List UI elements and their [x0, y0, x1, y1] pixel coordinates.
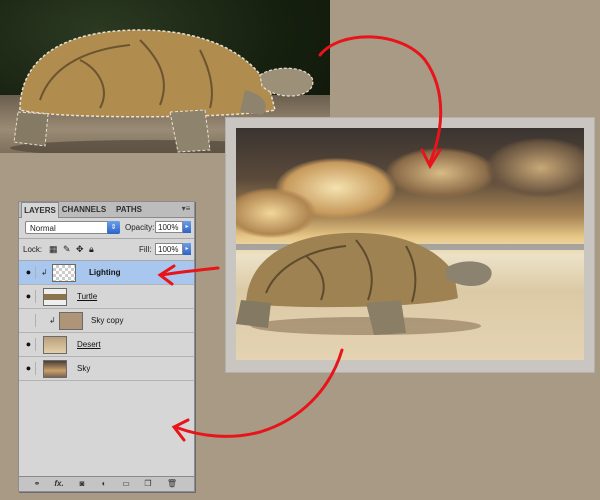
- layer-thumbnail: [52, 264, 76, 282]
- layer-row-desert[interactable]: ● Desert: [19, 333, 194, 357]
- layer-row-turtle[interactable]: ● Turtle: [19, 285, 194, 309]
- fx-icon[interactable]: fx.: [51, 479, 67, 489]
- divider: [19, 238, 194, 239]
- layer-thumbnail: [43, 288, 67, 306]
- eye-icon[interactable]: ●: [22, 314, 36, 327]
- eye-icon[interactable]: ●: [22, 290, 36, 303]
- layers-panel: LAYERS CHANNELS PATHS ▾≡ Normal ⇕ Opacit…: [18, 201, 195, 492]
- opacity-label: Opacity:: [125, 223, 155, 232]
- layer-thumbnail: [43, 360, 67, 378]
- lock-position-icon[interactable]: ✥: [76, 244, 84, 255]
- blend-mode-value: Normal: [30, 224, 56, 233]
- lock-label: Lock:: [23, 245, 43, 254]
- layer-thumbnail: [59, 312, 83, 330]
- lock-all-icon[interactable]: 🔒︎: [89, 244, 94, 255]
- composite-canvas: [236, 128, 584, 360]
- layer-row-lighting[interactable]: ● ↲ Lighting: [19, 261, 194, 285]
- layer-name[interactable]: Sky: [77, 364, 90, 373]
- layer-thumbnail: [43, 336, 67, 354]
- fill-label: Fill:: [139, 245, 152, 254]
- fill-input[interactable]: 100%: [155, 243, 183, 255]
- opacity-dropdown-button[interactable]: ▸: [183, 221, 191, 233]
- mask-icon[interactable]: ◙: [75, 479, 89, 489]
- eye-icon[interactable]: ●: [22, 338, 36, 351]
- lock-image-icon[interactable]: ✎: [63, 244, 71, 255]
- blend-mode-select[interactable]: Normal ⇕: [25, 221, 120, 234]
- tab-channels[interactable]: CHANNELS: [59, 202, 109, 217]
- composite-tortoise: [236, 232, 492, 335]
- lock-transparent-icon[interactable]: ▦: [49, 244, 58, 255]
- layer-name[interactable]: Sky copy: [91, 316, 123, 325]
- layer-name[interactable]: Turtle: [77, 292, 97, 301]
- tab-layers[interactable]: LAYERS: [21, 202, 59, 218]
- layer-name[interactable]: Lighting: [89, 268, 121, 277]
- link-layers-icon[interactable]: ⚭: [29, 479, 45, 489]
- fill-dropdown-button[interactable]: ▸: [183, 243, 191, 255]
- trash-icon[interactable]: 🗑︎: [165, 479, 179, 489]
- group-icon[interactable]: ▭: [119, 479, 133, 489]
- eye-icon[interactable]: ●: [22, 362, 36, 375]
- panel-footer: ⚭ fx. ◙ ◐ ▭ ❐ 🗑︎: [19, 476, 194, 491]
- clipping-arrow-icon: ↲: [49, 316, 56, 325]
- layer-name[interactable]: Desert: [77, 340, 101, 349]
- opacity-input[interactable]: 100%: [155, 221, 183, 233]
- composite-window: [226, 118, 594, 372]
- layer-row-sky-copy[interactable]: ● ↲ Sky copy: [19, 309, 194, 333]
- tab-paths[interactable]: PATHS: [111, 202, 147, 217]
- panel-tabs: LAYERS CHANNELS PATHS ▾≡: [19, 202, 194, 218]
- adjustment-icon[interactable]: ◐: [97, 479, 111, 489]
- new-layer-icon[interactable]: ❐: [141, 479, 155, 489]
- panel-menu-icon[interactable]: ▾≡: [180, 203, 192, 215]
- layer-row-sky[interactable]: ● Sky: [19, 357, 194, 381]
- chevron-down-icon: ⇕: [107, 221, 120, 234]
- eye-icon[interactable]: ●: [22, 266, 36, 279]
- clipping-arrow-icon: ↲: [41, 268, 48, 277]
